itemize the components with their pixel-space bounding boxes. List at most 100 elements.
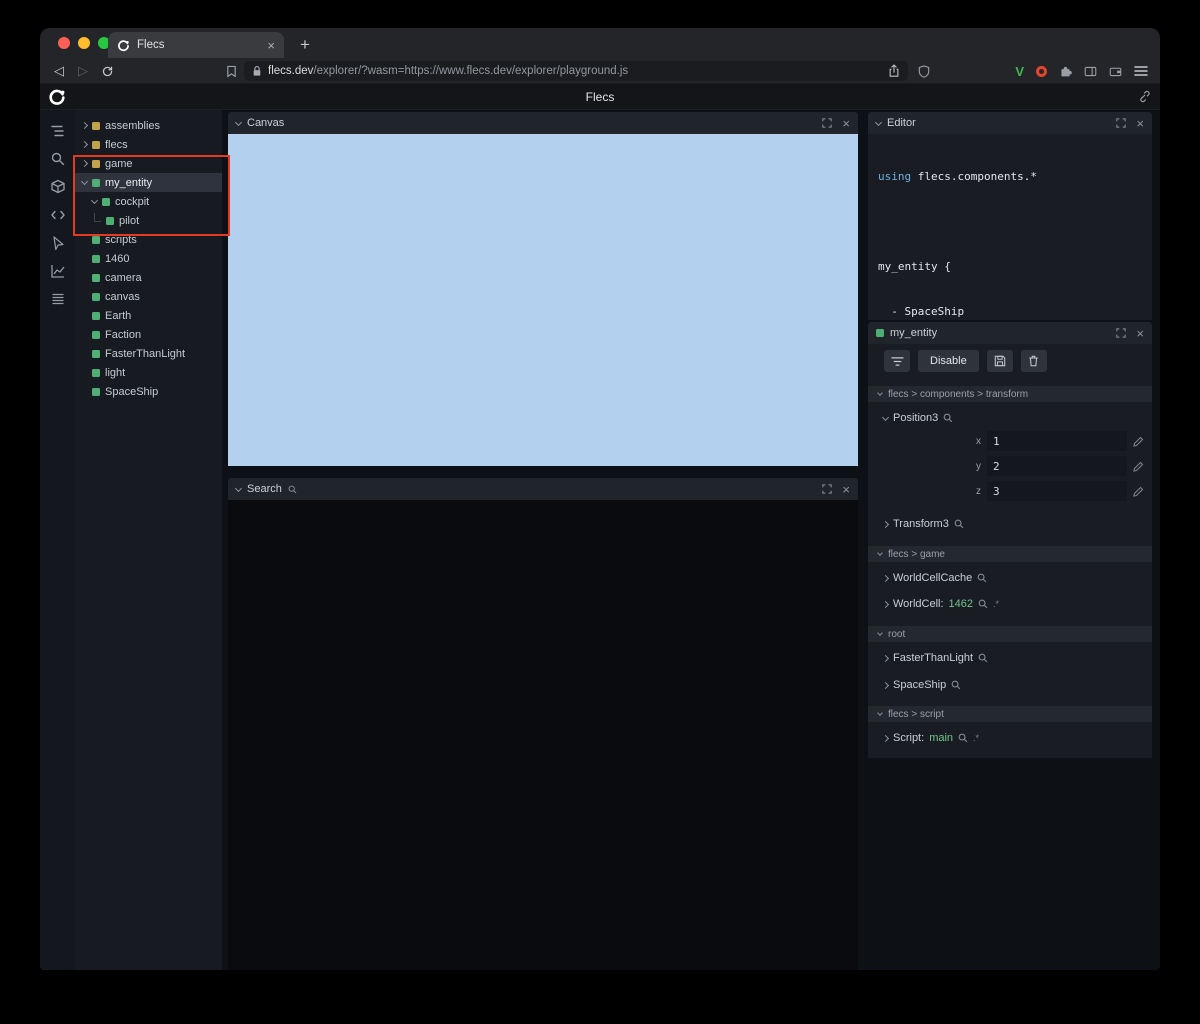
tree-item-canvas[interactable]: canvas	[75, 287, 222, 306]
position3-y-input[interactable]	[987, 456, 1127, 476]
section-header-script[interactable]: flecs > script	[868, 706, 1152, 722]
back-button[interactable]: ◁	[48, 58, 70, 84]
chevron-down-icon	[877, 550, 883, 556]
tree-item-cockpit[interactable]: cockpit	[75, 192, 222, 211]
inspect-cursor-icon[interactable]	[49, 234, 67, 252]
collapse-chevron-icon[interactable]	[234, 118, 243, 126]
search-icon[interactable]	[958, 733, 968, 743]
chevron-right-icon[interactable]	[881, 520, 890, 528]
component-row-script[interactable]: Script: main .*	[868, 730, 1152, 746]
right-column: Editor × using flecs.components.* my_ent…	[862, 110, 1160, 970]
entities-cube-icon[interactable]	[49, 178, 67, 196]
minimize-window-button[interactable]	[78, 37, 90, 49]
edit-pencil-icon[interactable]	[1133, 486, 1144, 497]
chevron-right-icon[interactable]	[881, 574, 890, 582]
code-icon[interactable]	[49, 206, 67, 224]
section-header-transform[interactable]: flecs > components > transform	[868, 386, 1152, 402]
wallet-icon[interactable]	[1109, 65, 1122, 78]
tree-item-spaceship[interactable]: SpaceShip	[75, 382, 222, 401]
queries-list-icon[interactable]	[49, 290, 67, 308]
collapse-chevron-icon[interactable]	[234, 484, 243, 492]
delete-button[interactable]	[1020, 350, 1047, 372]
search-icon[interactable]	[49, 150, 67, 168]
new-tab-button[interactable]: +	[292, 32, 318, 58]
component-row-transform3[interactable]: Transform3	[868, 516, 1152, 532]
script-editor[interactable]: using flecs.components.* my_entity { - S…	[868, 134, 1152, 320]
screenshot-stage: Flecs × + ◁ ▷ flecs.dev/explorer/?wasm=h…	[0, 0, 1200, 1024]
save-button[interactable]	[986, 350, 1013, 372]
edit-pencil-icon[interactable]	[1133, 461, 1144, 472]
search-icon[interactable]	[978, 653, 988, 663]
expand-icon[interactable]	[822, 484, 833, 494]
component-row-position3[interactable]: Position3	[868, 410, 1152, 426]
chevron-right-icon[interactable]	[881, 654, 890, 662]
reload-button[interactable]	[96, 58, 118, 84]
tree-item-pilot[interactable]: pilot	[75, 211, 222, 230]
component-row-fasterthanlight[interactable]: FasterThanLight	[868, 650, 1152, 666]
sidebar-toggle-icon[interactable]	[1084, 65, 1097, 78]
pair-wildcard-toggle[interactable]: .*	[973, 733, 979, 743]
position3-z-input[interactable]	[987, 481, 1127, 501]
tree-item-my-entity[interactable]: my_entity	[75, 173, 222, 192]
search-icon[interactable]	[951, 680, 961, 690]
pair-wildcard-toggle[interactable]: .*	[993, 599, 999, 609]
tree-item-light[interactable]: light	[75, 363, 222, 382]
search-icon[interactable]	[943, 413, 953, 423]
tree-item-scripts[interactable]: scripts	[75, 230, 222, 249]
section-header-game[interactable]: flecs > game	[868, 546, 1152, 562]
chevron-right-icon[interactable]	[80, 140, 89, 149]
v-extension-icon[interactable]: V	[1015, 64, 1024, 79]
expand-icon[interactable]	[1116, 118, 1127, 128]
close-icon[interactable]: ×	[842, 483, 850, 496]
shield-icon[interactable]	[918, 58, 930, 84]
close-icon[interactable]: ×	[842, 117, 850, 130]
expand-icon[interactable]	[822, 118, 833, 128]
chevron-down-icon[interactable]	[881, 413, 890, 421]
chevron-right-icon[interactable]	[881, 734, 890, 742]
close-icon[interactable]: ×	[1136, 117, 1144, 130]
red-circle-extension-icon[interactable]	[1036, 65, 1047, 77]
edit-pencil-icon[interactable]	[1133, 436, 1144, 447]
stats-chart-icon[interactable]	[49, 262, 67, 280]
component-row-worldcellcache[interactable]: WorldCellCache	[868, 570, 1152, 586]
close-window-button[interactable]	[58, 37, 70, 49]
forward-button[interactable]: ▷	[72, 58, 94, 84]
chevron-down-icon[interactable]	[80, 177, 89, 186]
filter-button[interactable]	[884, 350, 910, 372]
bookmark-icon[interactable]	[220, 58, 242, 84]
outliner-icon[interactable]	[49, 122, 67, 140]
chevron-right-icon[interactable]	[881, 681, 890, 689]
tree-item-earth[interactable]: Earth	[75, 306, 222, 325]
tree-item-flecs[interactable]: flecs	[75, 135, 222, 154]
disable-button[interactable]: Disable	[918, 350, 979, 372]
extensions-puzzle-icon[interactable]	[1059, 65, 1072, 78]
menu-icon[interactable]	[1134, 65, 1148, 77]
chevron-right-icon[interactable]	[80, 121, 89, 130]
tree-item-faction[interactable]: Faction	[75, 325, 222, 344]
component-row-spaceship[interactable]: SpaceShip	[868, 677, 1152, 693]
close-tab-icon[interactable]: ×	[267, 39, 275, 52]
close-icon[interactable]: ×	[1136, 327, 1144, 340]
search-icon[interactable]	[978, 599, 988, 609]
browser-tab[interactable]: Flecs ×	[108, 32, 284, 58]
tree-item-assemblies[interactable]: assemblies	[75, 116, 222, 135]
search-icon[interactable]	[977, 573, 987, 583]
tree-connector-line	[94, 213, 101, 222]
component-row-worldcell[interactable]: WorldCell: 1462 .*	[868, 596, 1152, 612]
expand-icon[interactable]	[1116, 328, 1127, 338]
share-link-icon[interactable]	[1137, 90, 1150, 103]
tree-item-1460[interactable]: 1460	[75, 249, 222, 268]
chevron-right-icon[interactable]	[80, 159, 89, 168]
search-icon[interactable]	[954, 519, 964, 529]
position3-x-input[interactable]	[987, 431, 1127, 451]
chevron-right-icon[interactable]	[881, 600, 890, 608]
tree-item-camera[interactable]: camera	[75, 268, 222, 287]
tree-item-game[interactable]: game	[75, 154, 222, 173]
section-header-root[interactable]: root	[868, 626, 1152, 642]
address-bar[interactable]: flecs.dev/explorer/?wasm=https://www.fle…	[244, 61, 908, 81]
tree-item-fasterthanlight[interactable]: FasterThanLight	[75, 344, 222, 363]
chevron-down-icon[interactable]	[90, 196, 99, 205]
canvas-viewport[interactable]	[228, 134, 858, 466]
collapse-chevron-icon[interactable]	[874, 118, 883, 126]
share-icon[interactable]	[888, 64, 900, 78]
